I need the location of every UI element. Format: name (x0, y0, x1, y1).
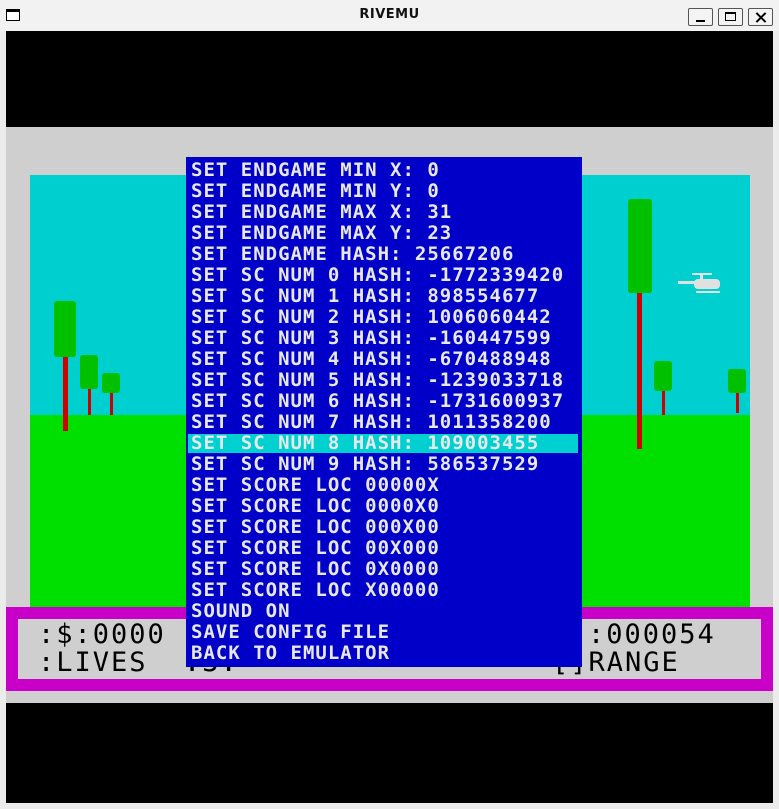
menu-item[interactable]: SET ENDGAME MAX X: 31 (188, 203, 578, 222)
menu-item[interactable]: SET SC NUM 5 HASH: -1239033718 (188, 371, 578, 390)
menu-item[interactable]: SET ENDGAME HASH: 25667206 (188, 245, 578, 264)
bottom-border (6, 703, 773, 803)
emulator-config-menu: SET ENDGAME MIN X: 0 SET ENDGAME MIN Y: 0… (186, 157, 582, 667)
menu-item[interactable]: SET SC NUM 3 HASH: -160447599 (188, 329, 578, 348)
menu-item[interactable]: SET ENDGAME MAX Y: 23 (188, 224, 578, 243)
menu-item[interactable]: SET SC NUM 9 HASH: 586537529 (188, 455, 578, 474)
score-readout: :000054 (588, 619, 716, 650)
menu-item[interactable]: SET SCORE LOC 00X000 (188, 539, 578, 558)
menu-item[interactable]: SET ENDGAME MIN X: 0 (188, 161, 578, 180)
menu-item[interactable]: SET SC NUM 6 HASH: -1731600937 (188, 392, 578, 411)
top-border (6, 31, 773, 127)
menu-item[interactable]: SET SCORE LOC 0X0000 (188, 560, 578, 579)
close-button[interactable] (748, 8, 773, 26)
menu-item[interactable]: SET ENDGAME MIN Y: 0 (188, 182, 578, 201)
menu-item[interactable]: SET SCORE LOC 0000X0 (188, 497, 578, 516)
menu-item[interactable]: SET SC NUM 4 HASH: -670488948 (188, 350, 578, 369)
minimize-button[interactable] (688, 8, 713, 26)
menu-item[interactable]: SET SCORE LOC X00000 (188, 581, 578, 600)
window-title: RIVEMU (359, 7, 420, 22)
menu-item[interactable]: SAVE CONFIG FILE (188, 623, 578, 642)
menu-item[interactable]: SET SC NUM 7 HASH: 1011358200 (188, 413, 578, 432)
title-bar: RIVEMU (0, 0, 779, 31)
money-readout: :$:0000 (38, 619, 166, 650)
menu-item[interactable]: SET SC NUM 0 HASH: -1772339420 (188, 266, 578, 285)
menu-item[interactable]: SOUND ON (188, 602, 578, 621)
menu-item[interactable]: SET SCORE LOC 00000X (188, 476, 578, 495)
helicopter-sprite (678, 273, 720, 293)
menu-item[interactable]: SET SC NUM 1 HASH: 898554677 (188, 287, 578, 306)
maximize-button[interactable] (718, 8, 743, 26)
menu-item[interactable]: SET SC NUM 8 HASH: 109003455 (188, 434, 578, 453)
menu-item[interactable]: SET SCORE LOC 000X00 (188, 518, 578, 537)
menu-item[interactable]: BACK TO EMULATOR (188, 644, 578, 663)
menu-item[interactable]: SET SC NUM 2 HASH: 1006060442 (188, 308, 578, 327)
